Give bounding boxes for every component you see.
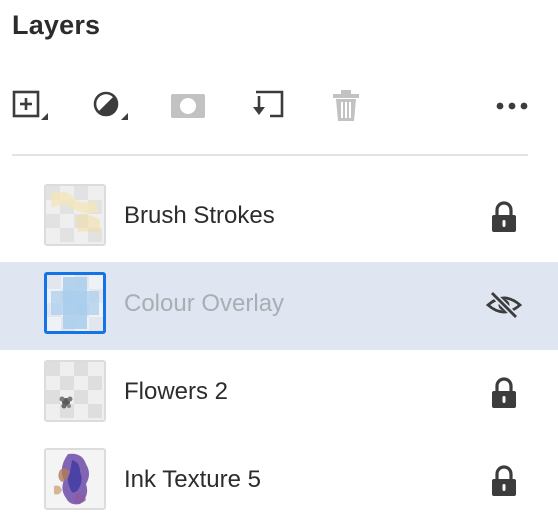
layers-panel: Layers Brush Strokes Colour Overlay Flow… — [0, 0, 558, 524]
more-options-button[interactable] — [490, 84, 534, 128]
layers-toolbar — [0, 84, 558, 128]
add-layer-icon — [12, 90, 48, 120]
layer-lock-toggle[interactable] — [484, 200, 524, 234]
toolbar-divider — [12, 154, 528, 156]
adjustment-icon — [93, 91, 128, 120]
layer-list: Brush Strokes Colour Overlay Flowers 2 I… — [0, 174, 558, 524]
eye-hidden-icon — [486, 290, 522, 320]
brush-strokes-thumbnail — [46, 186, 104, 244]
layer-row-ink-texture-5[interactable]: Ink Texture 5 — [0, 438, 558, 524]
layer-visibility-toggle[interactable] — [484, 288, 524, 322]
more-horizontal-icon — [496, 102, 528, 110]
layer-row-brush-strokes[interactable]: Brush Strokes — [0, 174, 558, 262]
flowers-thumbnail — [46, 362, 104, 420]
panel-title: Layers — [12, 10, 101, 40]
layer-name: Ink Texture 5 — [124, 466, 261, 493]
layer-row-flowers-2[interactable]: Flowers 2 — [0, 350, 558, 438]
layer-lock-toggle[interactable] — [484, 464, 524, 498]
adjustment-button[interactable] — [88, 84, 132, 128]
lock-icon — [492, 201, 516, 232]
layer-name: Flowers 2 — [124, 378, 229, 405]
layer-thumbnail — [44, 360, 106, 422]
mask-button[interactable] — [166, 84, 210, 128]
layer-name: Brush Strokes — [124, 202, 275, 229]
mask-icon — [171, 94, 205, 118]
trash-icon — [333, 90, 359, 121]
layer-thumbnail — [44, 184, 106, 246]
colour-overlay-thumbnail — [47, 275, 103, 331]
add-layer-button[interactable] — [8, 84, 52, 128]
layer-name: Colour Overlay — [124, 290, 285, 317]
delete-layer-button[interactable] — [324, 84, 368, 128]
layer-row-colour-overlay[interactable]: Colour Overlay — [0, 262, 558, 350]
layer-thumbnail — [44, 272, 106, 334]
merge-down-icon — [253, 90, 284, 118]
ink-texture-thumbnail — [46, 450, 104, 508]
lock-icon — [492, 465, 516, 496]
lock-icon — [492, 377, 516, 408]
merge-down-button[interactable] — [246, 84, 290, 128]
layer-lock-toggle[interactable] — [484, 376, 524, 410]
layer-thumbnail — [44, 448, 106, 510]
